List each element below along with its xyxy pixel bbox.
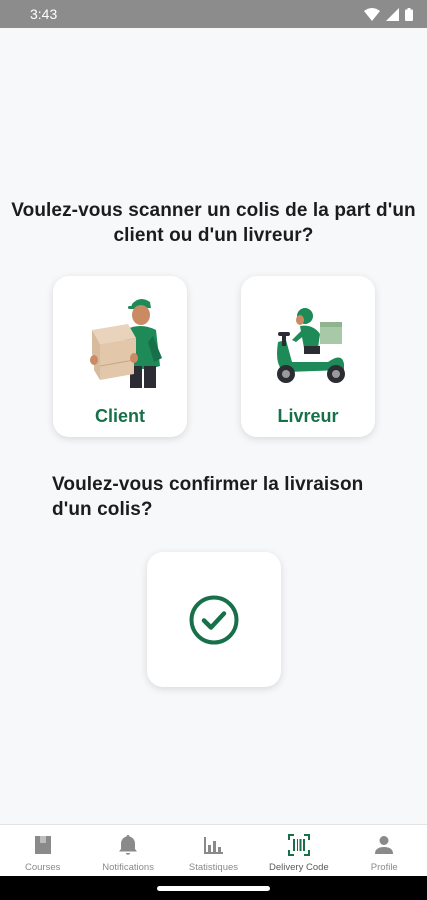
- status-icons: [364, 7, 413, 21]
- client-card[interactable]: Client: [53, 276, 187, 437]
- livreur-illustration: [277, 308, 345, 383]
- client-label: Client: [94, 406, 145, 426]
- nav-label-statistiques: Statistiques: [188, 862, 239, 873]
- nav-profile[interactable]: Profile: [342, 825, 427, 873]
- nav-label-delivery-code: Delivery Code: [269, 862, 329, 873]
- signal-icon: [386, 7, 399, 21]
- confirm-question: Voulez-vous confirmer la livraison d'un …: [52, 474, 364, 520]
- client-illustration: [90, 298, 162, 388]
- nav-statistiques[interactable]: Statistiques: [171, 825, 256, 873]
- bell-icon: [119, 835, 138, 855]
- home-gesture-pill[interactable]: [157, 886, 270, 891]
- scan-question: Voulez-vous scanner un colis de la part …: [11, 200, 416, 246]
- main-content: Voulez-vous scanner un colis de la part …: [0, 28, 427, 824]
- battery-icon: [405, 7, 413, 21]
- status-time: 3:43: [30, 6, 58, 22]
- nav-label-courses: Courses: [25, 862, 61, 873]
- bottom-nav: Courses Notifications Statistiques Deliv…: [0, 824, 427, 876]
- status-bar: 3:43: [0, 0, 427, 28]
- barcode-scan-icon: [287, 834, 310, 856]
- confirm-delivery-card[interactable]: [147, 552, 281, 687]
- nav-label-notifications: Notifications: [102, 862, 154, 873]
- bar-chart-icon: [204, 837, 224, 854]
- livreur-label: Livreur: [277, 406, 339, 426]
- livreur-card[interactable]: Livreur: [241, 276, 375, 437]
- nav-label-profile: Profile: [370, 862, 398, 873]
- system-nav-bar: [0, 876, 427, 900]
- check-circle-icon: [189, 595, 239, 644]
- wifi-icon: [364, 7, 380, 21]
- nav-courses[interactable]: Courses: [0, 825, 85, 873]
- person-icon: [375, 836, 394, 854]
- nav-notifications[interactable]: Notifications: [86, 825, 171, 873]
- nav-delivery-code[interactable]: Delivery Code: [256, 825, 341, 873]
- bag-icon: [34, 836, 51, 854]
